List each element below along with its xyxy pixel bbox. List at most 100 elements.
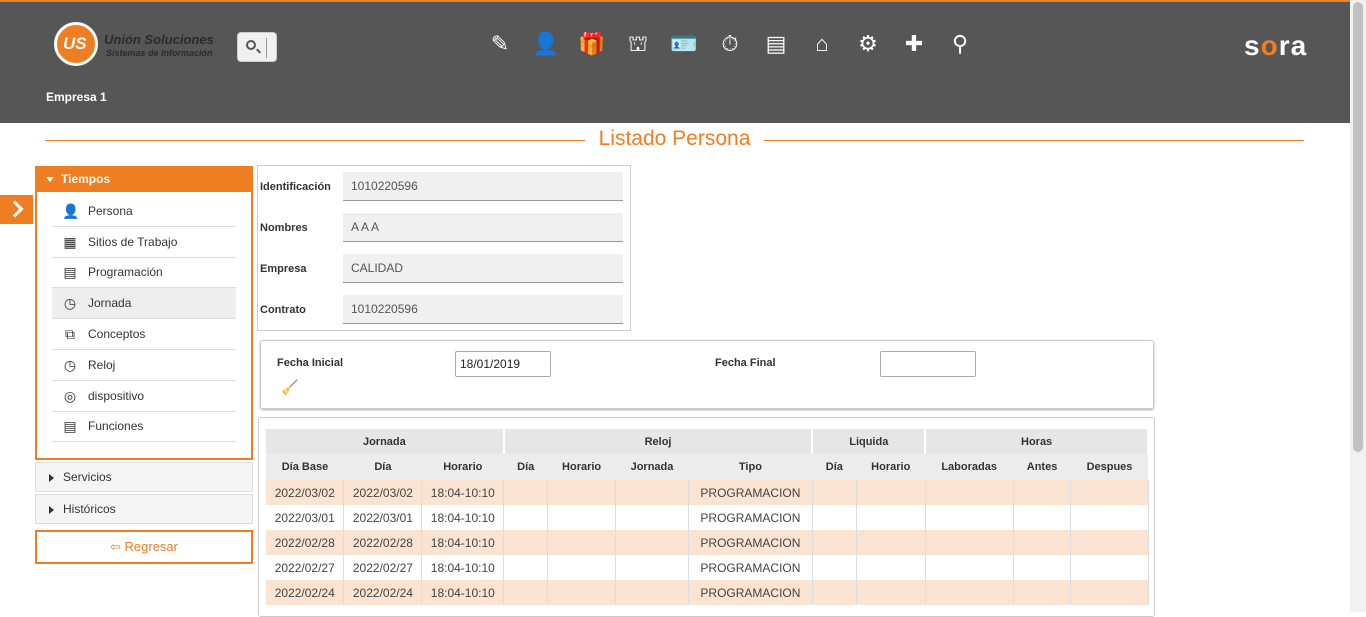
table-cell (547, 555, 617, 580)
table-cell (812, 530, 857, 555)
document-icon: ▤ (63, 418, 77, 435)
col-header[interactable]: Día (812, 454, 857, 480)
table-cell (925, 580, 1014, 605)
table-cell (856, 505, 926, 530)
gears-icon[interactable]: ⚙ (854, 30, 882, 58)
col-header[interactable]: Despues (1070, 454, 1148, 480)
sidebar-item-label: Jornada (88, 296, 132, 311)
id-card-icon[interactable]: 🪪 (670, 30, 698, 58)
medical-case-icon[interactable]: ✚ (900, 30, 928, 58)
table-cell (925, 555, 1014, 580)
table-cell: PROGRAMACION (688, 505, 813, 530)
search-icon (246, 40, 256, 50)
col-header[interactable]: Horario (421, 454, 504, 480)
sidebar-item-jornada[interactable]: ◷ Jornada (52, 288, 236, 320)
table-cell (1013, 555, 1072, 580)
col-header[interactable]: Laboradas (925, 454, 1014, 480)
calendar-icon: ▤ (63, 264, 77, 281)
back-icon: ⇦ (110, 539, 125, 554)
table-cell (547, 480, 617, 505)
col-header[interactable]: Horario (547, 454, 616, 480)
jornada-table-container: Jornada Reloj Liquida Horas Día Base Día… (258, 417, 1155, 617)
table-cell: 18:04-10:10 (421, 505, 505, 530)
panel-tiempos-header[interactable]: Tiempos (35, 166, 253, 192)
table-cell (1013, 530, 1072, 555)
presentation-icon[interactable]: ⌂ (808, 30, 836, 58)
panel-historicos[interactable]: Históricos (35, 494, 253, 524)
table-body: 2022/03/02 2022/03/02 18:04-10:10 PROGRAMAC… (266, 480, 1149, 605)
table-cell: PROGRAMACION (688, 555, 813, 580)
group-header-reloj: Reloj (503, 429, 814, 454)
table-cell: 18:04-10:10 (421, 580, 505, 605)
sidebar-item-reloj[interactable]: ◷ Reloj (52, 350, 236, 381)
search-button[interactable] (237, 32, 277, 62)
table-cell (812, 580, 857, 605)
regresar-button[interactable]: ⇦ Regresar (35, 530, 253, 564)
people-search-icon[interactable]: ⚲ (946, 30, 974, 58)
sidebar-item-funciones[interactable]: ▤ Funciones (52, 412, 236, 443)
col-header[interactable]: Tipo (688, 454, 813, 480)
col-header[interactable]: Jornada (615, 454, 689, 480)
sidebar-item-programacion[interactable]: ▤ Programación (52, 258, 236, 289)
table-cell (547, 505, 617, 530)
gift-icon[interactable]: 🎁 (578, 30, 606, 58)
col-header[interactable]: Día (343, 454, 422, 480)
table-cell: 2022/03/02 (266, 480, 345, 505)
page-scrollbar[interactable] (1350, 0, 1366, 612)
person-icon[interactable]: 👤 (532, 30, 560, 58)
table-cell (615, 580, 689, 605)
sidebar-item-label: Programación (88, 265, 163, 280)
sidebar-item-sitios-de-trabajo[interactable]: ▦ Sitios de Trabajo (52, 227, 236, 258)
table-cell: PROGRAMACION (688, 480, 813, 505)
logo-mark: US (54, 22, 98, 66)
col-header[interactable]: Horario (856, 454, 926, 480)
fecha-final-input[interactable] (880, 351, 976, 377)
sidebar-toggle-button[interactable] (0, 195, 33, 224)
fecha-final-label: Fecha Final (715, 357, 776, 369)
sidebar-item-conceptos[interactable]: ⧉ Conceptos (52, 319, 236, 350)
table-cell: 2022/02/27 (266, 555, 345, 580)
table-cell: 2022/02/28 (343, 530, 423, 555)
info-row-identificacion: Identificación 1010220596 (259, 172, 629, 202)
table-cell (615, 555, 689, 580)
table-row[interactable]: 2022/03/02 2022/03/02 18:04-10:10 PROGRAMAC… (266, 480, 1149, 505)
sidebar-item-label: Sitios de Trabajo (88, 234, 178, 249)
table-row[interactable]: 2022/02/28 2022/02/28 18:04-10:10 PROGRAMAC… (266, 530, 1149, 555)
timer-icon[interactable]: ⏱ (716, 30, 744, 58)
clock-icon: ◷ (63, 356, 77, 373)
fecha-inicial-input[interactable]: 18/01/2019 (455, 351, 551, 377)
sora-brand: sora (1244, 30, 1307, 62)
table-cell (547, 580, 617, 605)
report-edit-icon[interactable]: ✎ (486, 30, 514, 58)
clear-filter-icon[interactable]: 🧹 (281, 379, 298, 396)
table-cell (925, 530, 1014, 555)
sidebar-item-persona[interactable]: 👤 Persona (52, 196, 236, 227)
sora-brand-text: sora (1244, 30, 1308, 61)
sidebar-item-label: Reloj (88, 357, 116, 372)
table-cell (503, 580, 549, 605)
org-chart-icon[interactable]: ⛫ (624, 30, 652, 58)
table-row[interactable]: 2022/02/24 2022/02/24 18:04-10:10 PROGRAMAC… (266, 580, 1149, 605)
table-cell (925, 480, 1014, 505)
col-header[interactable]: Día (503, 454, 548, 480)
clock-icon: ◷ (63, 295, 77, 312)
document-list-icon[interactable]: ▤ (762, 30, 790, 58)
table-cell: PROGRAMACION (688, 530, 813, 555)
table-row[interactable]: 2022/02/27 2022/02/27 18:04-10:10 PROGRAMAC… (266, 555, 1149, 580)
scrollbar-thumb[interactable] (1353, 2, 1363, 452)
panel-servicios[interactable]: Servicios (35, 462, 253, 492)
col-header[interactable]: Día Base (266, 454, 344, 480)
table-cell (615, 530, 689, 555)
page-title-row: Listado Persona (45, 126, 1304, 154)
table-cell (1070, 505, 1149, 530)
table-row[interactable]: 2022/03/01 2022/03/01 18:04-10:10 PROGRAMAC… (266, 505, 1149, 530)
union-soluciones-logo[interactable]: US Unión Soluciones Sistemas de Informac… (54, 22, 224, 70)
table-cell (503, 505, 549, 530)
jornada-table: Jornada Reloj Liquida Horas Día Base Día… (266, 429, 1149, 605)
table-cell: 2022/02/24 (343, 580, 423, 605)
sidebar-item-dispositivo[interactable]: ◎ dispositivo (52, 381, 236, 412)
sidebar-item-label: Persona (88, 203, 133, 218)
table-cell (856, 530, 926, 555)
col-header[interactable]: Antes (1013, 454, 1071, 480)
panel-tiempos-body: 👤 Persona ▦ Sitios de Trabajo ▤ Programació… (35, 192, 253, 460)
